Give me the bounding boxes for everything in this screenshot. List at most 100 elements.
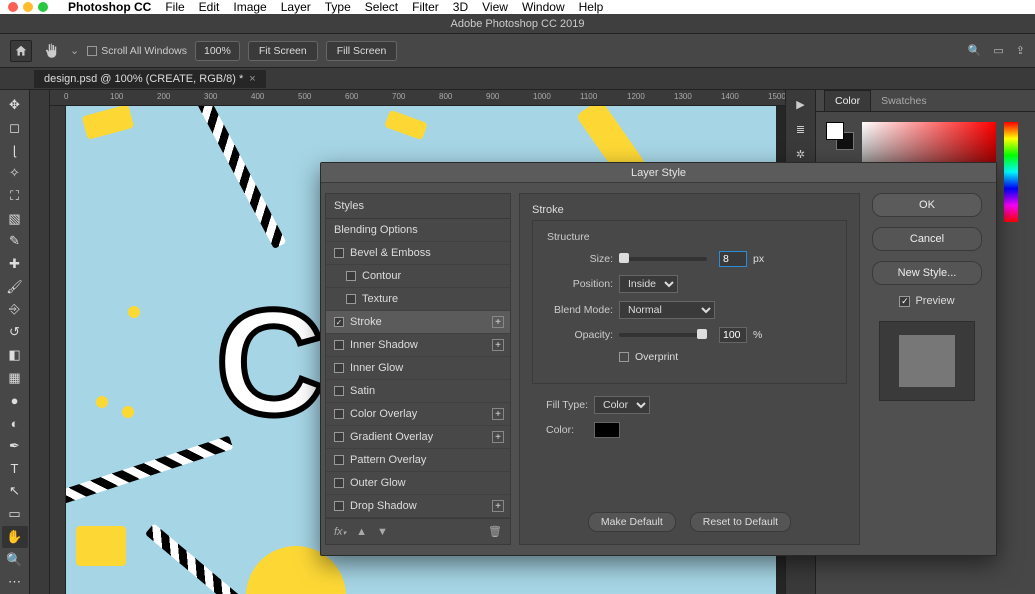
- hand-tool-indicator[interactable]: [40, 42, 62, 60]
- style-item-satin[interactable]: Satin: [326, 380, 510, 403]
- style-item-checkbox[interactable]: [334, 248, 344, 258]
- stroke-color-swatch[interactable]: [594, 422, 620, 438]
- style-item-outer-glow[interactable]: Outer Glow: [326, 472, 510, 495]
- opacity-slider[interactable]: [619, 333, 707, 337]
- style-item-checkbox[interactable]: [334, 409, 344, 419]
- style-item-gradient-overlay[interactable]: Gradient Overlay+: [326, 426, 510, 449]
- menu-view[interactable]: View: [482, 0, 508, 14]
- tool-preset-dropdown-icon[interactable]: ⌄: [70, 44, 79, 57]
- add-effect-icon[interactable]: +: [492, 339, 504, 351]
- style-item-drop-shadow[interactable]: Drop Shadow+: [326, 495, 510, 518]
- dodge-tool[interactable]: ◐: [2, 412, 28, 434]
- add-effect-icon[interactable]: +: [492, 408, 504, 420]
- move-tool[interactable]: ✥: [2, 94, 28, 116]
- more-tools[interactable]: ⋯: [2, 571, 28, 593]
- eyedropper-tool[interactable]: ✎: [2, 230, 28, 252]
- style-item-checkbox[interactable]: [334, 386, 344, 396]
- fill-screen-button[interactable]: Fill Screen: [326, 41, 398, 61]
- trash-icon[interactable]: 🗑: [488, 525, 502, 538]
- style-item-checkbox[interactable]: [334, 455, 344, 465]
- swatches-panel-tab[interactable]: Swatches: [871, 91, 937, 111]
- search-icon[interactable]: 🔍: [968, 44, 982, 57]
- ok-button[interactable]: OK: [872, 193, 982, 217]
- move-up-icon[interactable]: ▲: [356, 526, 367, 538]
- menu-type[interactable]: Type: [325, 0, 351, 14]
- hue-slider[interactable]: [1004, 122, 1018, 222]
- menu-select[interactable]: Select: [365, 0, 398, 14]
- size-slider[interactable]: [619, 257, 707, 261]
- style-item-checkbox[interactable]: [334, 340, 344, 350]
- blur-tool[interactable]: ●: [2, 390, 28, 412]
- lasso-tool[interactable]: ɭ: [2, 139, 28, 161]
- ruler-vertical[interactable]: [50, 106, 66, 594]
- close-tab-icon[interactable]: ×: [249, 73, 255, 85]
- style-item-pattern-overlay[interactable]: Pattern Overlay: [326, 449, 510, 472]
- menu-filter[interactable]: Filter: [412, 0, 439, 14]
- home-button[interactable]: [10, 40, 32, 62]
- move-down-icon[interactable]: ▼: [377, 526, 388, 538]
- style-item-checkbox[interactable]: [334, 363, 344, 373]
- zoom-tool[interactable]: 🔍: [2, 549, 28, 571]
- healing-tool[interactable]: ✚: [2, 253, 28, 275]
- opacity-input[interactable]: [719, 327, 747, 343]
- overprint-checkbox[interactable]: [619, 352, 629, 362]
- menu-help[interactable]: Help: [579, 0, 604, 14]
- style-item-checkbox[interactable]: [334, 478, 344, 488]
- make-default-button[interactable]: Make Default: [588, 512, 676, 532]
- style-item-blending-options[interactable]: Blending Options: [326, 219, 510, 242]
- foreground-background-swatch[interactable]: [826, 122, 854, 150]
- style-item-stroke[interactable]: ✓Stroke+: [326, 311, 510, 334]
- document-tab[interactable]: design.psd @ 100% (CREATE, RGB/8) * ×: [34, 70, 266, 88]
- scroll-all-windows-checkbox[interactable]: Scroll All Windows: [87, 45, 187, 57]
- path-tool[interactable]: ↖: [2, 480, 28, 502]
- new-style-button[interactable]: New Style...: [872, 261, 982, 285]
- fx-icon[interactable]: fx▾: [334, 526, 346, 538]
- history-icon[interactable]: ≣: [796, 123, 805, 136]
- eraser-tool[interactable]: ◧: [2, 344, 28, 366]
- share-icon[interactable]: ⇪: [1016, 44, 1025, 57]
- type-tool[interactable]: T: [2, 458, 28, 480]
- style-item-color-overlay[interactable]: Color Overlay+: [326, 403, 510, 426]
- menu-file[interactable]: File: [165, 0, 184, 14]
- color-panel-tab[interactable]: Color: [824, 90, 871, 111]
- hand-tool[interactable]: ✋: [2, 526, 28, 548]
- menu-3d[interactable]: 3D: [453, 0, 468, 14]
- ruler-horizontal[interactable]: 0 100 200 300 400 500 600 700 800 900 10…: [50, 90, 785, 106]
- gear-icon[interactable]: ✲: [796, 148, 805, 161]
- history-brush-tool[interactable]: ↺: [2, 321, 28, 343]
- style-item-checkbox[interactable]: ✓: [334, 317, 344, 327]
- brush-tool[interactable]: 🖌: [2, 276, 28, 298]
- zoom-level[interactable]: 100%: [195, 41, 240, 61]
- menu-window[interactable]: Window: [522, 0, 565, 14]
- play-icon[interactable]: ▶: [796, 98, 804, 111]
- frame-tool[interactable]: ▧: [2, 208, 28, 230]
- menu-edit[interactable]: Edit: [199, 0, 220, 14]
- add-effect-icon[interactable]: +: [492, 431, 504, 443]
- filltype-select[interactable]: Color: [594, 396, 650, 414]
- fit-screen-button[interactable]: Fit Screen: [248, 41, 318, 61]
- preview-checkbox[interactable]: ✓ Preview: [899, 295, 954, 307]
- minimize-window-icon[interactable]: [23, 2, 33, 12]
- position-select[interactable]: Inside: [619, 275, 678, 293]
- size-input[interactable]: [719, 251, 747, 267]
- crop-tool[interactable]: ⛶: [2, 185, 28, 207]
- app-name[interactable]: Photoshop CC: [68, 0, 151, 14]
- style-item-contour[interactable]: Contour: [326, 265, 510, 288]
- foreground-color-swatch[interactable]: [826, 122, 844, 140]
- clone-tool[interactable]: ⎆: [2, 299, 28, 321]
- shape-tool[interactable]: ▭: [2, 503, 28, 525]
- cancel-button[interactable]: Cancel: [872, 227, 982, 251]
- style-item-checkbox[interactable]: [334, 432, 344, 442]
- zoom-window-icon[interactable]: [38, 2, 48, 12]
- menu-layer[interactable]: Layer: [281, 0, 311, 14]
- pen-tool[interactable]: ✒: [2, 435, 28, 457]
- blendmode-select[interactable]: Normal: [619, 301, 715, 319]
- style-item-checkbox[interactable]: [334, 501, 344, 511]
- gradient-tool[interactable]: ▦: [2, 367, 28, 389]
- style-item-checkbox[interactable]: [346, 294, 356, 304]
- style-item-inner-shadow[interactable]: Inner Shadow+: [326, 334, 510, 357]
- magic-wand-tool[interactable]: ✧: [2, 162, 28, 184]
- workspace-icon[interactable]: ▭: [993, 44, 1003, 57]
- style-item-texture[interactable]: Texture: [326, 288, 510, 311]
- menu-image[interactable]: Image: [233, 0, 266, 14]
